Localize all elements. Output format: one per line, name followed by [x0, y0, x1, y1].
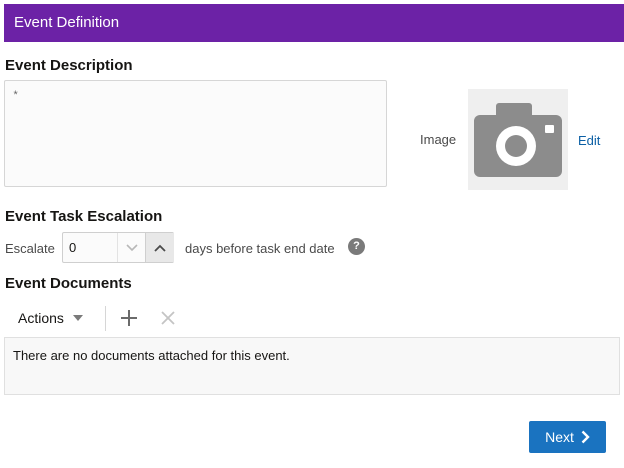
camera-icon	[474, 103, 562, 177]
event-description-title: Event Description	[5, 57, 133, 74]
next-label: Next	[545, 429, 574, 445]
event-documents-title: Event Documents	[5, 275, 132, 292]
actions-label: Actions	[18, 310, 64, 326]
close-icon[interactable]	[160, 310, 176, 326]
image-thumbnail	[468, 89, 568, 190]
event-description-field[interactable]: *	[4, 80, 387, 187]
event-task-escalation-title: Event Task Escalation	[5, 208, 163, 225]
documents-table: There are no documents attached for this…	[4, 337, 620, 395]
increment-button[interactable]	[145, 233, 174, 262]
empty-documents-message: There are no documents attached for this…	[13, 348, 290, 363]
edit-image-link[interactable]: Edit	[578, 133, 600, 148]
help-icon[interactable]: ?	[348, 238, 365, 255]
decrement-button[interactable]	[117, 233, 145, 262]
page-title: Event Definition	[14, 14, 120, 31]
actions-menu-button[interactable]: Actions	[18, 310, 83, 326]
page-header: Event Definition	[4, 4, 624, 42]
escalation-days-input[interactable]	[63, 233, 117, 262]
event-description-input[interactable]	[5, 81, 386, 186]
image-label: Image	[420, 132, 457, 147]
chevron-right-icon	[581, 430, 590, 444]
toolbar-divider	[105, 306, 106, 331]
escalate-label: Escalate	[5, 241, 55, 256]
add-icon[interactable]	[120, 309, 138, 327]
event-definition-page: Event Definition Event Description * Ima…	[0, 0, 624, 468]
days-before-label: days before task end date	[185, 241, 335, 256]
escalation-days-stepper[interactable]	[62, 232, 174, 263]
caret-down-icon	[72, 315, 83, 321]
chevron-down-icon	[125, 243, 138, 251]
next-button[interactable]: Next	[529, 421, 606, 453]
chevron-up-icon	[154, 244, 166, 252]
